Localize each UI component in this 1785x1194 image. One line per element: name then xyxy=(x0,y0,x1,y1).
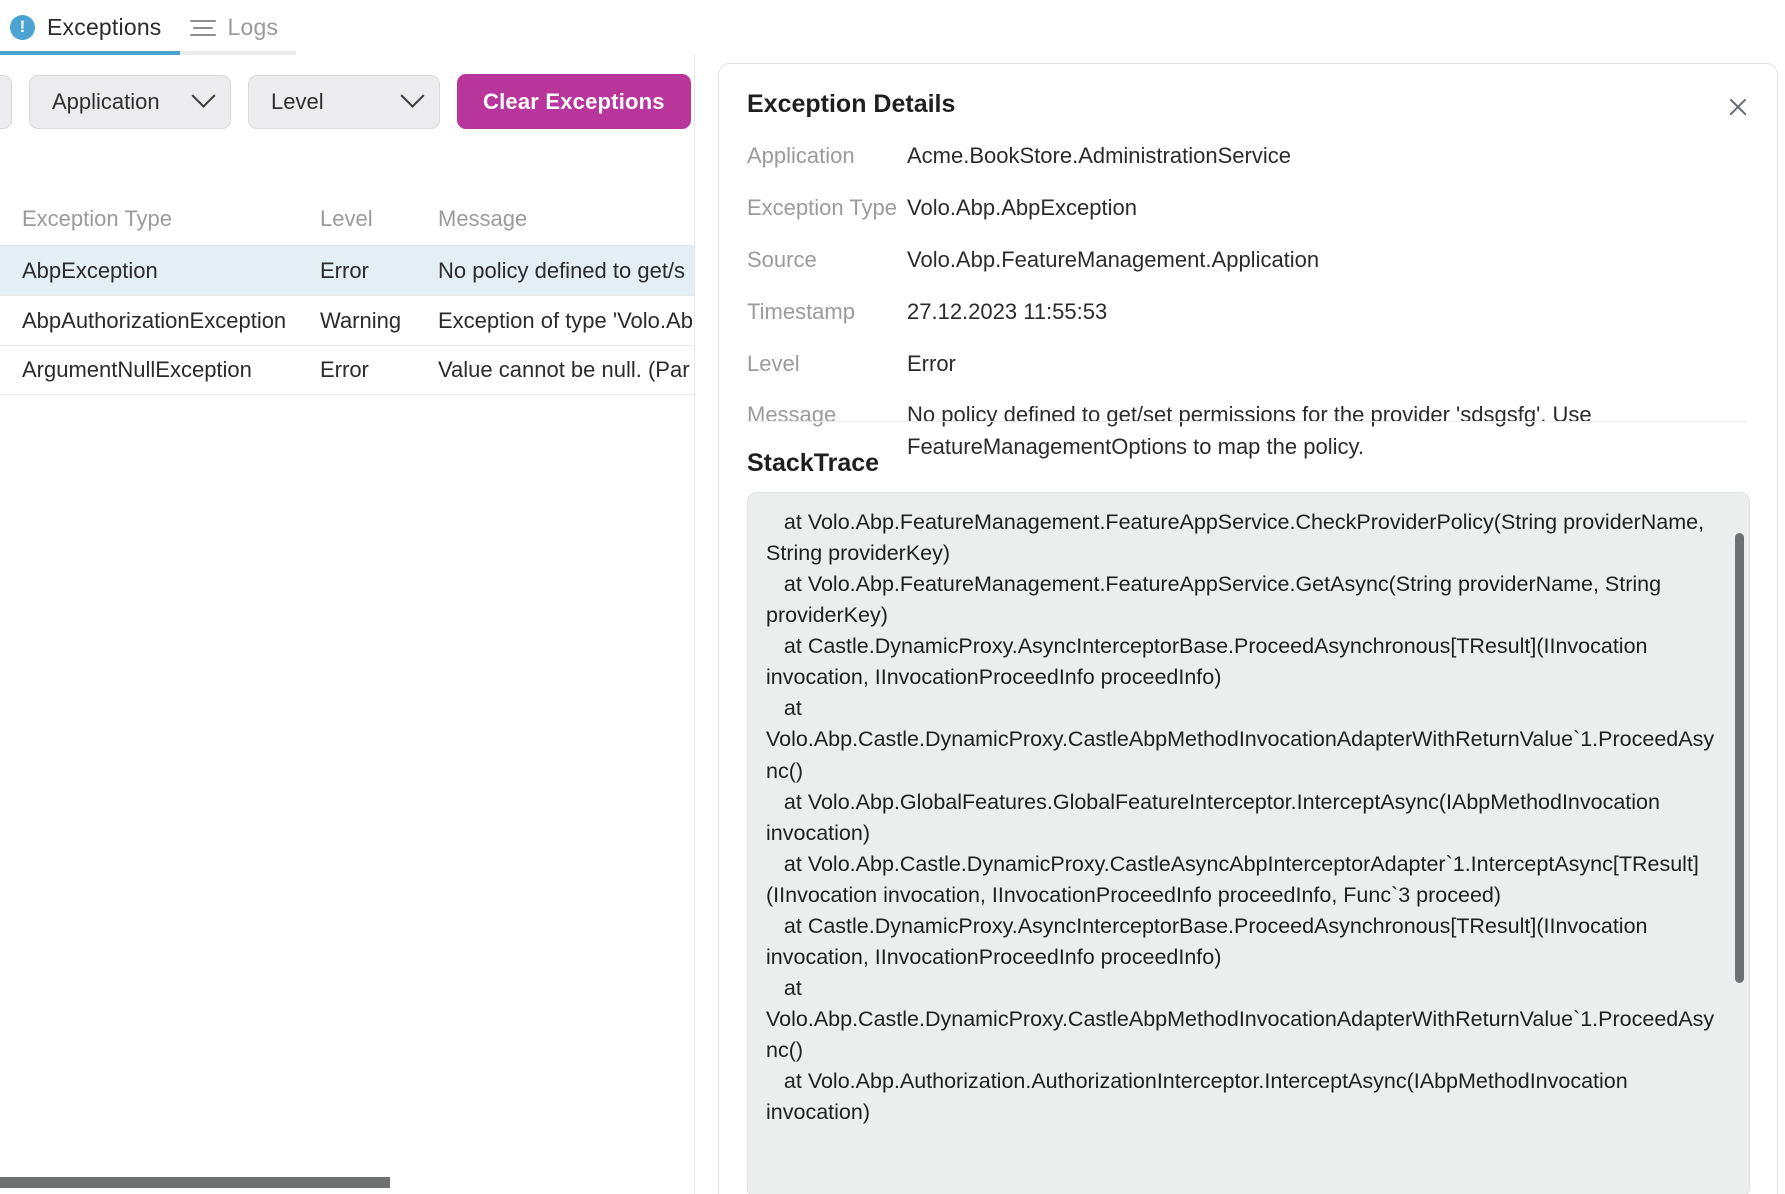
page-title: Exception Details xyxy=(747,90,956,118)
close-icon[interactable] xyxy=(1721,90,1755,124)
tab-bar: ! Exceptions Logs xyxy=(0,0,1785,55)
detail-field-message: Message No policy defined to get/set per… xyxy=(747,399,1747,463)
table-header-row: Exception Type Level Message xyxy=(0,193,694,245)
exception-log-viewer: ! Exceptions Logs Application Level Clea… xyxy=(0,0,1785,1194)
detail-label: Application xyxy=(747,143,855,168)
tab-exceptions-label: Exceptions xyxy=(47,14,162,40)
partial-filter-control[interactable] xyxy=(0,74,12,129)
level-filter-label: Level xyxy=(271,88,324,114)
detail-field-exception-type: Exception Type Volo.Abp.AbpException xyxy=(747,192,1747,224)
detail-field-level: Level Error xyxy=(747,348,1747,380)
cell-message: No policy defined to get/s xyxy=(438,257,686,283)
detail-value: No policy defined to get/set permissions… xyxy=(907,402,1592,460)
details-field-list: Application Acme.BookStore.Administratio… xyxy=(747,140,1747,483)
stacktrace-text: at Volo.Abp.FeatureManagement.FeatureApp… xyxy=(766,510,1715,1125)
table-row[interactable]: ArgumentNullException Error Value cannot… xyxy=(0,345,694,395)
alert-circle-icon: ! xyxy=(10,15,35,40)
stacktrace-heading: StackTrace xyxy=(747,449,880,477)
detail-label: Exception Type xyxy=(747,194,898,220)
level-filter-select[interactable]: Level xyxy=(248,74,440,129)
application-filter-label: Application xyxy=(52,88,160,114)
detail-field-application: Application Acme.BookStore.Administratio… xyxy=(747,140,1747,172)
table-row[interactable]: AbpException Error No policy defined to … xyxy=(0,245,694,295)
exception-details-panel: Exception Details Application Acme.BookS… xyxy=(718,63,1778,1194)
detail-value: 27.12.2023 11:55:53 xyxy=(907,298,1108,324)
detail-value: Volo.Abp.AbpException xyxy=(907,194,1137,220)
tab-exceptions[interactable]: ! Exceptions xyxy=(0,0,180,55)
cell-level: Warning xyxy=(320,307,402,333)
tab-logs[interactable]: Logs xyxy=(179,0,297,55)
exceptions-table: Exception Type Level Message AbpExceptio… xyxy=(0,193,695,395)
detail-label: Timestamp xyxy=(747,298,855,324)
vertical-scrollbar[interactable] xyxy=(1735,533,1744,983)
chevron-down-icon xyxy=(400,83,425,108)
cell-message: Value cannot be null. (Par xyxy=(438,357,690,382)
cell-level: Error xyxy=(320,257,369,283)
table-row[interactable]: AbpAuthorizationException Warning Except… xyxy=(0,295,695,345)
application-filter-select[interactable]: Application xyxy=(29,74,231,129)
list-icon xyxy=(189,18,216,38)
detail-value: Volo.Abp.FeatureManagement.Application xyxy=(907,246,1320,272)
cell-level: Error xyxy=(320,357,369,382)
cell-exception-type: AbpAuthorizationException xyxy=(22,307,287,333)
column-header-message: Message xyxy=(438,206,528,231)
detail-label: Source xyxy=(747,246,817,272)
detail-field-timestamp: Timestamp 27.12.2023 11:55:53 xyxy=(747,296,1747,328)
stacktrace-box[interactable]: at Volo.Abp.FeatureManagement.FeatureApp… xyxy=(747,492,1750,1194)
column-header-exception-type: Exception Type xyxy=(22,206,173,231)
horizontal-scrollbar[interactable] xyxy=(0,1177,390,1188)
detail-value: Acme.BookStore.AdministrationService xyxy=(907,143,1291,168)
chevron-down-icon xyxy=(191,83,216,108)
detail-label: Level xyxy=(747,350,800,376)
column-header-level: Level xyxy=(320,206,373,231)
exceptions-list-panel: Application Level Clear Exceptions Excep… xyxy=(0,55,695,1194)
tab-logs-label: Logs xyxy=(227,14,279,40)
detail-value: Error xyxy=(907,350,956,376)
clear-exceptions-button[interactable]: Clear Exceptions xyxy=(457,74,691,129)
cell-exception-type: AbpException xyxy=(22,257,158,283)
section-divider xyxy=(747,421,1747,422)
detail-field-source: Source Volo.Abp.FeatureManagement.Applic… xyxy=(747,244,1747,276)
filter-toolbar: Application Level Clear Exceptions xyxy=(0,74,691,129)
detail-label: Message xyxy=(747,402,837,428)
cell-exception-type: ArgumentNullException xyxy=(22,357,252,382)
cell-message: Exception of type 'Volo.Abp xyxy=(438,307,695,333)
